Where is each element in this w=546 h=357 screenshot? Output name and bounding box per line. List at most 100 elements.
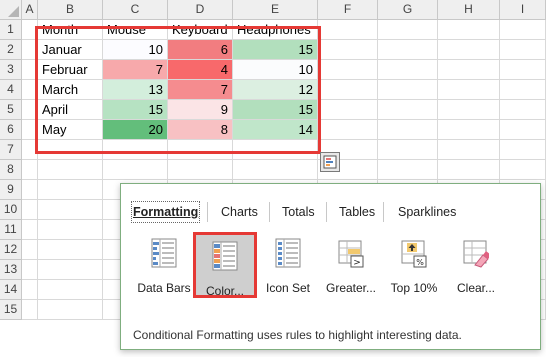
cell[interactable] [500,100,546,120]
cell[interactable] [22,260,38,280]
cell[interactable] [318,120,378,140]
cell[interactable] [378,160,438,180]
tab-totals[interactable]: Totals [282,203,315,221]
row-header-11[interactable]: 11 [0,220,22,240]
cell[interactable] [438,140,500,160]
cell[interactable] [500,20,546,40]
cell[interactable] [38,280,103,300]
cell[interactable] [38,300,103,320]
table-header-mouse[interactable]: Mouse [103,20,168,40]
tab-charts[interactable]: Charts [221,203,258,221]
column-header-g[interactable]: G [378,0,438,20]
cell[interactable] [22,140,38,160]
row-header-3[interactable]: 3 [0,60,22,80]
table-cell-mouse[interactable]: 7 [103,60,168,80]
cell[interactable] [500,40,546,60]
cell[interactable] [438,80,500,100]
icon-set-button[interactable]: Icon Set [256,232,320,298]
cell[interactable] [38,160,103,180]
cell[interactable] [168,140,233,160]
cell[interactable] [378,120,438,140]
cell[interactable] [103,160,168,180]
table-cell-headphones[interactable]: 12 [233,80,318,100]
cell[interactable] [22,200,38,220]
cell[interactable] [500,120,546,140]
table-cell-mouse[interactable]: 13 [103,80,168,100]
table-header-month[interactable]: Month [38,20,103,40]
row-header-8[interactable]: 8 [0,160,22,180]
tab-formatting[interactable]: Formatting [130,201,201,223]
row-header-6[interactable]: 6 [0,120,22,140]
cell[interactable] [500,140,546,160]
row-header-13[interactable]: 13 [0,260,22,280]
table-cell-keyboard[interactable]: 6 [168,40,233,60]
cell[interactable] [22,40,38,60]
table-cell-mouse[interactable]: 15 [103,100,168,120]
cell[interactable] [233,140,318,160]
cell[interactable] [22,60,38,80]
cell[interactable] [318,100,378,120]
cell[interactable] [103,140,168,160]
row-header-2[interactable]: 2 [0,40,22,60]
table-cell-headphones[interactable]: 15 [233,40,318,60]
table-cell-mouse[interactable]: 10 [103,40,168,60]
table-cell-headphones[interactable]: 15 [233,100,318,120]
cell[interactable] [22,280,38,300]
cell[interactable] [318,20,378,40]
column-header-b[interactable]: B [38,0,103,20]
row-header-15[interactable]: 15 [0,300,22,320]
cell[interactable] [168,160,233,180]
cell[interactable] [22,80,38,100]
cell[interactable] [38,220,103,240]
tab-tables[interactable]: Tables [339,203,375,221]
column-header-c[interactable]: C [103,0,168,20]
data-bars-button[interactable]: Data Bars [132,232,196,298]
table-cell-mouse[interactable]: 20 [103,120,168,140]
cell[interactable] [378,140,438,160]
cell[interactable] [38,140,103,160]
greater-than-button[interactable]: > Greater... [319,232,383,298]
cell[interactable] [500,160,546,180]
quick-analysis-button[interactable] [320,152,340,172]
table-cell-month[interactable]: Februar [38,60,103,80]
cell[interactable] [500,60,546,80]
row-header-5[interactable]: 5 [0,100,22,120]
cell[interactable] [38,240,103,260]
table-cell-month[interactable]: May [38,120,103,140]
cell[interactable] [318,40,378,60]
cell[interactable] [22,100,38,120]
column-header-e[interactable]: E [233,0,318,20]
select-all-corner[interactable] [0,0,22,20]
column-header-d[interactable]: D [168,0,233,20]
cell[interactable] [378,60,438,80]
cell[interactable] [38,200,103,220]
row-header-12[interactable]: 12 [0,240,22,260]
color-scale-button[interactable]: Color... [193,232,257,298]
cell[interactable] [438,160,500,180]
cell[interactable] [22,160,38,180]
cell[interactable] [22,300,38,320]
cell[interactable] [438,60,500,80]
table-cell-headphones[interactable]: 14 [233,120,318,140]
row-header-7[interactable]: 7 [0,140,22,160]
cell[interactable] [378,100,438,120]
cell[interactable] [22,20,38,40]
cell[interactable] [500,80,546,100]
table-cell-keyboard[interactable]: 9 [168,100,233,120]
row-header-4[interactable]: 4 [0,80,22,100]
cell[interactable] [22,180,38,200]
cell[interactable] [438,120,500,140]
table-cell-keyboard[interactable]: 8 [168,120,233,140]
table-cell-keyboard[interactable]: 7 [168,80,233,100]
cell[interactable] [438,20,500,40]
clear-format-button[interactable]: Clear... [444,232,508,298]
cell[interactable] [318,80,378,100]
cell[interactable] [378,80,438,100]
table-header-headphones[interactable]: Headphones [233,20,318,40]
cell[interactable] [438,40,500,60]
cell[interactable] [378,40,438,60]
column-header-i[interactable]: I [500,0,546,20]
cell[interactable] [318,60,378,80]
table-cell-keyboard[interactable]: 4 [168,60,233,80]
table-cell-month[interactable]: March [38,80,103,100]
